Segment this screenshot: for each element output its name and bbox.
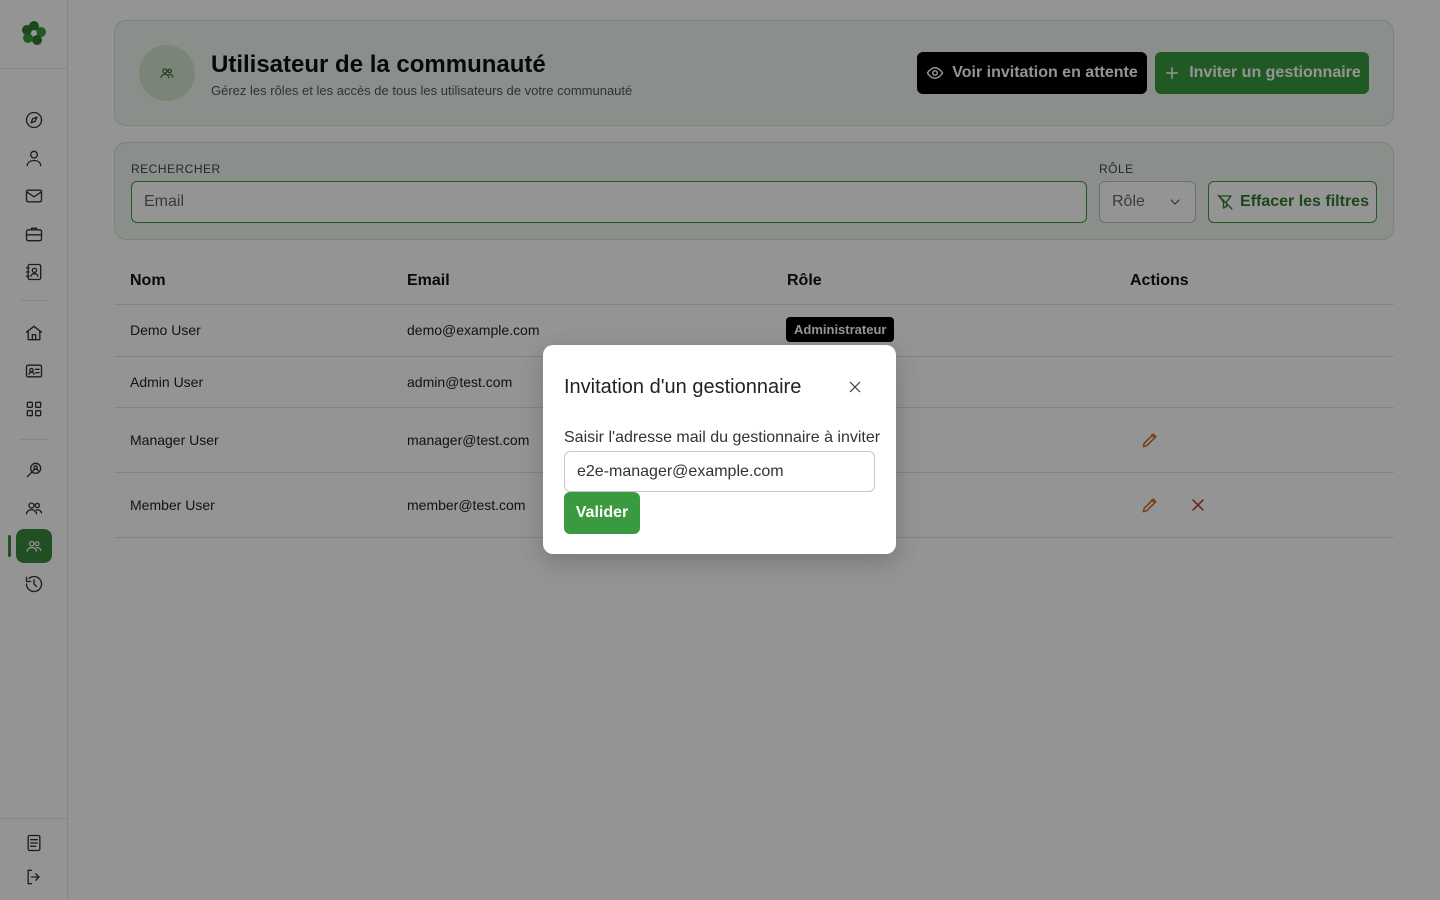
close-icon[interactable] [845,377,865,397]
email-field-label: Saisir l'adresse mail du gestionnaire à … [564,429,881,446]
manager-email-input[interactable] [564,451,875,492]
modal-title: Invitation d'un gestionnaire [564,376,802,398]
submit-button[interactable]: Valider [564,492,640,534]
invite-manager-modal: Invitation d'un gestionnaire Saisir l'ad… [543,345,896,554]
